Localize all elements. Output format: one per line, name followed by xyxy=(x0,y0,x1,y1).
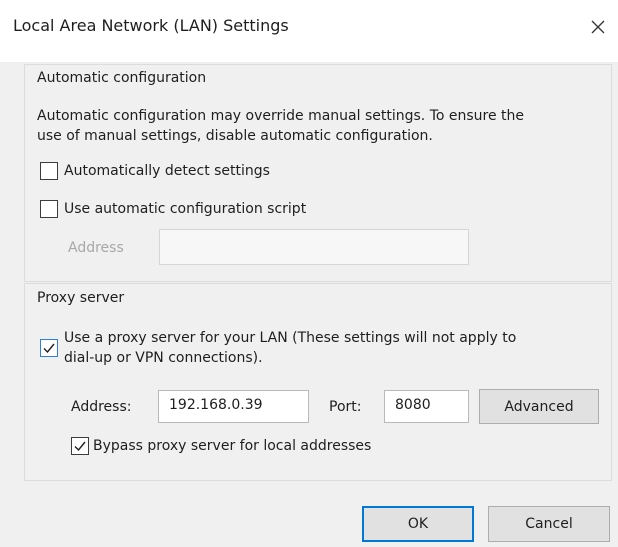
cancel-button[interactable]: Cancel xyxy=(488,506,610,542)
checkmark-icon xyxy=(74,441,86,452)
proxy-address-label: Address: xyxy=(71,399,132,415)
auto-script-label: Use automatic configuration script xyxy=(64,201,307,217)
close-button[interactable] xyxy=(578,10,618,44)
proxy-address-input[interactable]: 192.168.0.39 xyxy=(158,390,309,423)
auto-detect-row[interactable]: Automatically detect settings xyxy=(40,162,270,181)
auto-config-description-line2: use of manual settings, disable automati… xyxy=(37,128,433,144)
use-proxy-label-line1: Use a proxy server for your LAN (These s… xyxy=(64,330,517,346)
checkmark-icon xyxy=(43,343,55,354)
auto-script-row[interactable]: Use automatic configuration script xyxy=(40,200,306,219)
auto-detect-label: Automatically detect settings xyxy=(64,163,270,179)
auto-detect-checkbox[interactable] xyxy=(40,162,58,180)
use-proxy-row[interactable] xyxy=(40,339,58,357)
bypass-local-label: Bypass proxy server for local addresses xyxy=(93,438,372,454)
close-icon xyxy=(591,20,605,34)
proxy-port-input[interactable]: 8080 xyxy=(384,390,469,423)
ok-button[interactable]: OK xyxy=(362,506,474,542)
use-proxy-checkbox[interactable] xyxy=(40,339,58,357)
window-title: Local Area Network (LAN) Settings xyxy=(13,16,289,35)
proxy-port-label: Port: xyxy=(329,399,362,415)
bypass-local-checkbox[interactable] xyxy=(71,437,89,455)
lan-settings-dialog: Local Area Network (LAN) Settings Automa… xyxy=(0,0,618,547)
title-bar: Local Area Network (LAN) Settings xyxy=(0,0,618,62)
use-proxy-label-line2: dial-up or VPN connections). xyxy=(64,350,263,366)
automatic-configuration-legend: Automatic configuration xyxy=(37,70,207,86)
auto-script-checkbox[interactable] xyxy=(40,200,58,218)
auto-config-description-line1: Automatic configuration may override man… xyxy=(37,108,525,124)
auto-script-address-input xyxy=(159,229,469,265)
advanced-button[interactable]: Advanced xyxy=(479,389,599,424)
bypass-local-row[interactable]: Bypass proxy server for local addresses xyxy=(71,437,371,456)
proxy-server-legend: Proxy server xyxy=(37,290,125,306)
auto-script-address-label: Address xyxy=(68,240,124,256)
